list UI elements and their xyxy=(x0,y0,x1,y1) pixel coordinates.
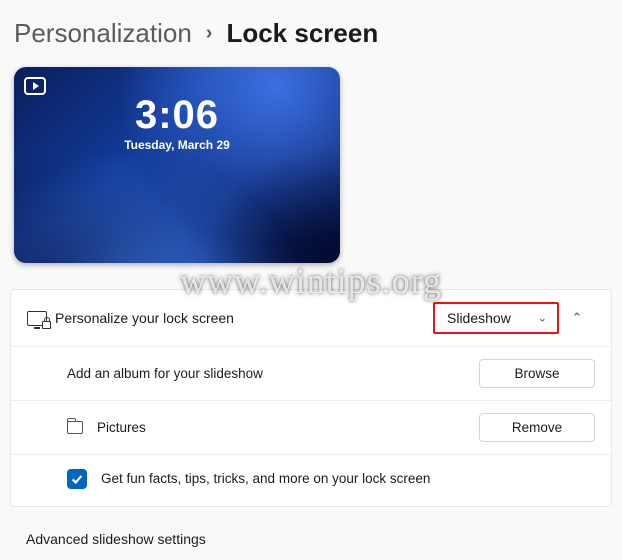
add-album-label: Add an album for your slideshow xyxy=(67,366,479,381)
dropdown-value: Slideshow xyxy=(447,310,511,326)
album-folder-name: Pictures xyxy=(97,420,479,435)
breadcrumb-parent[interactable]: Personalization xyxy=(14,18,192,49)
personalize-label: Personalize your lock screen xyxy=(55,310,433,326)
fun-facts-checkbox[interactable] xyxy=(67,469,87,489)
chevron-right-icon: › xyxy=(206,22,213,45)
personalize-lock-screen-card: Personalize your lock screen Slideshow ⌄… xyxy=(10,289,612,507)
breadcrumb-current: Lock screen xyxy=(226,18,378,49)
personalize-source-dropdown[interactable]: Slideshow ⌄ xyxy=(433,302,559,334)
chevron-down-icon: ⌄ xyxy=(538,312,547,325)
personalize-row: Personalize your lock screen Slideshow ⌄… xyxy=(11,290,611,346)
collapse-chevron-icon[interactable]: ⌃ xyxy=(559,310,595,326)
fun-facts-label: Get fun facts, tips, tricks, and more on… xyxy=(101,471,595,486)
advanced-slideshow-row[interactable]: Advanced slideshow settings xyxy=(10,513,612,551)
preview-date: Tuesday, March 29 xyxy=(14,138,340,152)
advanced-slideshow-label: Advanced slideshow settings xyxy=(26,531,596,547)
browse-button[interactable]: Browse xyxy=(479,359,595,388)
preview-time: 3:06 xyxy=(14,93,340,138)
fun-facts-row: Get fun facts, tips, tricks, and more on… xyxy=(11,454,611,506)
lock-screen-preview[interactable]: 3:06 Tuesday, March 29 xyxy=(14,67,340,263)
add-album-row: Add an album for your slideshow Browse xyxy=(11,346,611,400)
breadcrumb: Personalization › Lock screen xyxy=(10,12,612,67)
folder-icon xyxy=(67,421,83,434)
album-folder-row: Pictures Remove xyxy=(11,400,611,454)
preview-clock: 3:06 Tuesday, March 29 xyxy=(14,93,340,152)
monitor-lock-icon xyxy=(27,311,55,326)
remove-button[interactable]: Remove xyxy=(479,413,595,442)
